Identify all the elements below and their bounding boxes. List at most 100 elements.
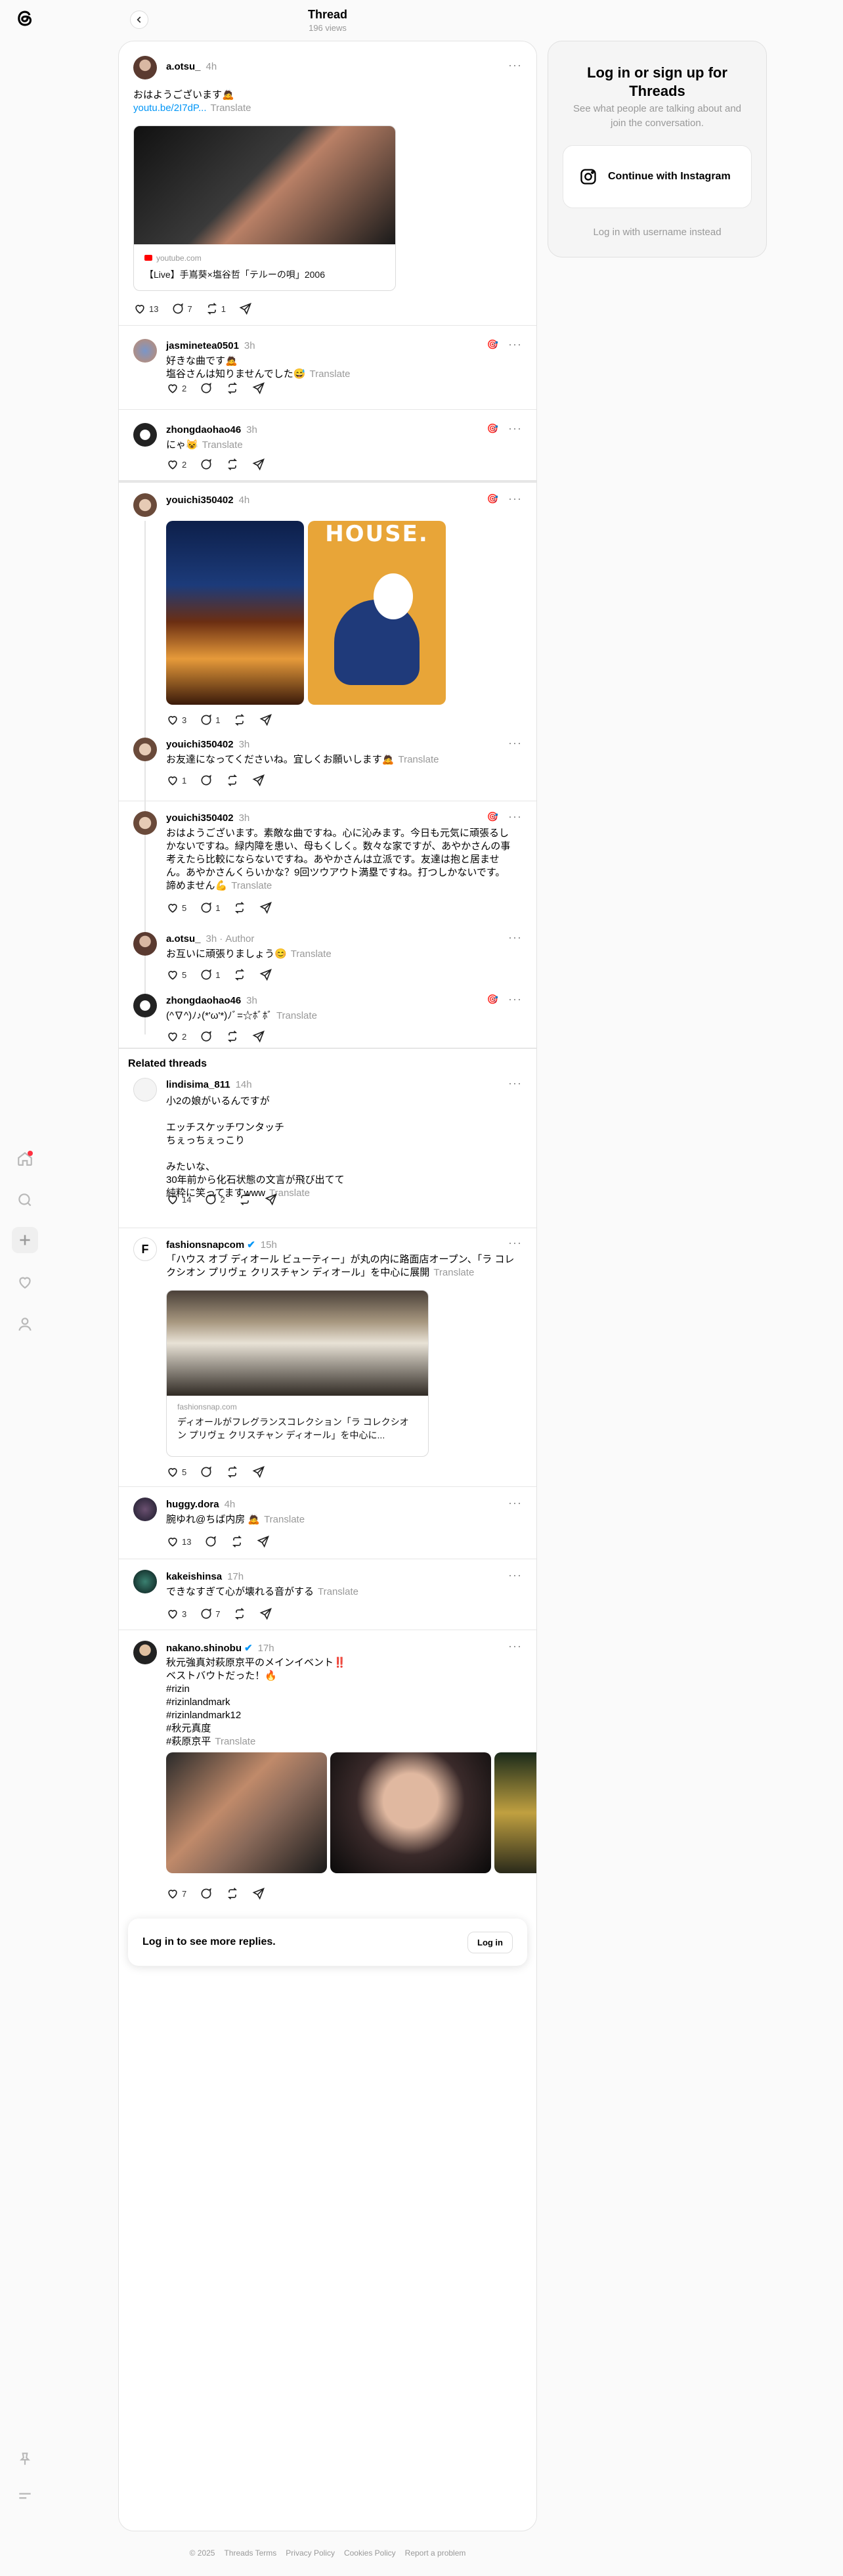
avatar[interactable]: [133, 738, 157, 761]
more-icon[interactable]: ···: [508, 992, 522, 1006]
footer-link-report[interactable]: Report a problem: [405, 2548, 466, 2558]
avatar[interactable]: [133, 1498, 157, 1521]
like-button[interactable]: 2: [166, 458, 186, 471]
username-text[interactable]: zhongdaohao46: [166, 424, 241, 435]
create-icon[interactable]: [12, 1227, 38, 1253]
continue-with-instagram-button[interactable]: Continue with Instagram: [563, 145, 752, 208]
username-text[interactable]: jasminetea0501: [166, 340, 239, 351]
like-button[interactable]: 14: [166, 1193, 191, 1206]
repost-button[interactable]: 1: [205, 302, 226, 315]
username[interactable]: a.otsu_ 4h: [166, 61, 217, 72]
more-icon[interactable]: ···: [508, 1236, 522, 1250]
repost-button[interactable]: [226, 1887, 239, 1900]
reply-button[interactable]: [200, 774, 213, 787]
back-arrow-icon[interactable]: [130, 11, 148, 29]
reply-button[interactable]: [200, 382, 213, 395]
search-icon[interactable]: [12, 1187, 38, 1213]
fight-photo-3[interactable]: [494, 1752, 536, 1873]
username[interactable]: nakano.shinobu ✔ 17h: [166, 1642, 274, 1654]
link-card[interactable]: youtube.com 【Live】手嶌葵×塩谷哲「テルーの唄」2006: [133, 125, 396, 291]
more-icon[interactable]: ···: [508, 736, 522, 750]
share-button[interactable]: [252, 774, 265, 787]
youtube-link[interactable]: youtu.be/2I7dP...: [133, 102, 206, 114]
repost-button[interactable]: [226, 774, 239, 787]
translate-link[interactable]: Translate: [276, 1010, 317, 1021]
share-button[interactable]: [259, 901, 272, 914]
repost-button[interactable]: [233, 901, 246, 914]
repost-button[interactable]: [226, 458, 239, 471]
avatar[interactable]: [133, 493, 157, 517]
fight-photo-1[interactable]: [166, 1752, 327, 1873]
avatar[interactable]: F: [133, 1237, 157, 1261]
more-icon[interactable]: ···: [508, 810, 522, 824]
avatar[interactable]: [133, 932, 157, 956]
footer-link-privacy[interactable]: Privacy Policy: [286, 2548, 335, 2558]
like-button[interactable]: 2: [166, 1030, 186, 1043]
username[interactable]: youichi350402 3h: [166, 739, 249, 750]
share-button[interactable]: [252, 1030, 265, 1043]
share-button[interactable]: [259, 968, 272, 981]
avatar[interactable]: [133, 1570, 157, 1593]
more-icon[interactable]: ···: [508, 1639, 522, 1653]
reply-button[interactable]: 1: [200, 901, 220, 914]
snoopy-dodgers-image[interactable]: HOUSE.: [308, 521, 446, 705]
repost-button[interactable]: [233, 713, 246, 726]
like-button[interactable]: 2: [166, 382, 186, 395]
username[interactable]: huggy.dora 4h: [166, 1499, 235, 1510]
username[interactable]: lindisima_811 14h: [166, 1079, 252, 1090]
profile-icon[interactable]: [12, 1311, 38, 1337]
username-text[interactable]: nakano.shinobu: [166, 1643, 242, 1654]
more-icon[interactable]: ···: [508, 338, 522, 351]
share-button[interactable]: [252, 1465, 265, 1478]
more-icon[interactable]: ···: [508, 1568, 522, 1582]
avatar[interactable]: [133, 811, 157, 835]
translate-link[interactable]: Translate: [433, 1267, 474, 1278]
reply-button[interactable]: 7: [171, 302, 192, 315]
share-button[interactable]: [252, 1887, 265, 1900]
username[interactable]: zhongdaohao46 3h: [166, 995, 257, 1006]
reply-button[interactable]: [200, 1887, 213, 1900]
avatar[interactable]: [133, 1641, 157, 1664]
share-button[interactable]: [257, 1535, 270, 1548]
fight-photo-2[interactable]: [330, 1752, 491, 1873]
repost-button[interactable]: [233, 1607, 246, 1620]
translate-link[interactable]: Translate: [291, 948, 332, 960]
share-button[interactable]: [239, 302, 252, 315]
avatar[interactable]: [133, 994, 157, 1017]
username-text[interactable]: a.otsu_: [166, 61, 201, 72]
reply-button[interactable]: [200, 458, 213, 471]
username-text[interactable]: a.otsu_: [166, 933, 201, 944]
translate-link[interactable]: Translate: [318, 1586, 358, 1597]
repost-button[interactable]: [226, 1030, 239, 1043]
repost-button[interactable]: [233, 968, 246, 981]
username-text[interactable]: zhongdaohao46: [166, 995, 241, 1006]
login-button[interactable]: Log in: [467, 1931, 513, 1953]
more-icon[interactable]: ···: [508, 492, 522, 506]
reply-button[interactable]: 7: [200, 1607, 220, 1620]
like-button[interactable]: 5: [166, 901, 186, 914]
username-text[interactable]: lindisima_811: [166, 1079, 230, 1090]
username-text[interactable]: youichi350402: [166, 739, 234, 750]
like-button[interactable]: 13: [166, 1535, 191, 1548]
repost-button[interactable]: [238, 1193, 251, 1206]
link-card[interactable]: fashionsnap.com ディオールがフレグランスコレクション「ラ コレク…: [166, 1290, 429, 1457]
reply-button[interactable]: 1: [200, 968, 220, 981]
avatar[interactable]: [133, 423, 157, 447]
more-icon[interactable]: ···: [508, 1496, 522, 1510]
share-button[interactable]: [259, 713, 272, 726]
username[interactable]: jasminetea0501 3h: [166, 340, 255, 351]
avatar[interactable]: [133, 339, 157, 363]
reply-button[interactable]: 2: [204, 1193, 225, 1206]
like-button[interactable]: 7: [166, 1887, 186, 1900]
translate-link[interactable]: Translate: [264, 1514, 305, 1525]
username-text[interactable]: youichi350402: [166, 495, 234, 506]
share-button[interactable]: [252, 382, 265, 395]
repost-button[interactable]: [230, 1535, 244, 1548]
username-text[interactable]: fashionsnapcom: [166, 1239, 244, 1251]
translate-link[interactable]: Translate: [309, 368, 350, 380]
reply-button[interactable]: [200, 1465, 213, 1478]
username[interactable]: zhongdaohao46 3h: [166, 424, 257, 435]
temple-night-image[interactable]: [166, 521, 304, 705]
reply-button[interactable]: [200, 1030, 213, 1043]
footer-link-terms[interactable]: Threads Terms: [224, 2548, 276, 2558]
